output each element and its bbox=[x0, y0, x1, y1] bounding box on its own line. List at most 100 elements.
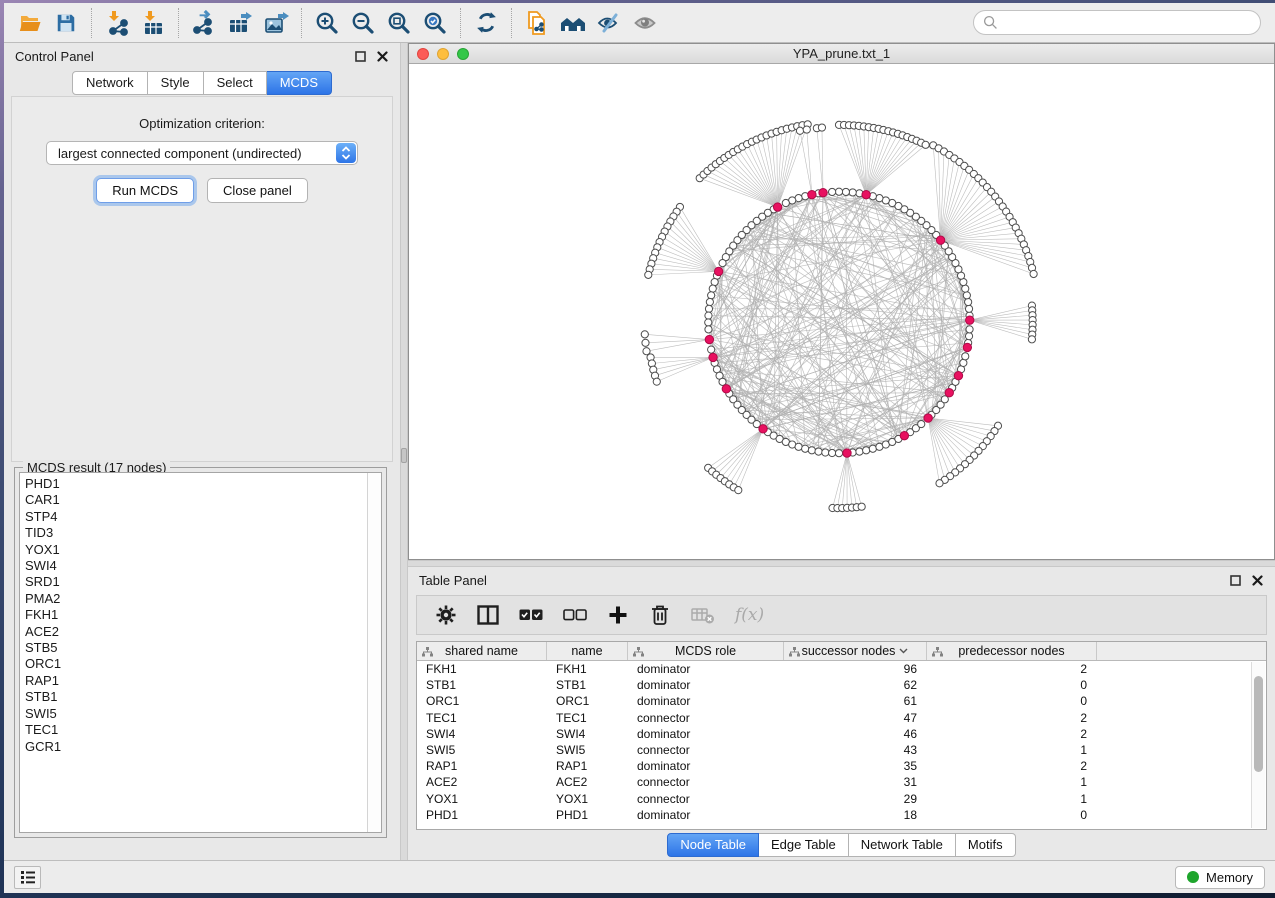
mcds-result-item[interactable]: STB5 bbox=[25, 640, 367, 656]
cell[interactable]: SWI4 bbox=[417, 727, 547, 741]
create-column-button[interactable] bbox=[607, 603, 629, 627]
cell[interactable]: TEC1 bbox=[417, 711, 547, 725]
cell[interactable]: YOX1 bbox=[547, 792, 628, 806]
network-node[interactable] bbox=[808, 447, 815, 454]
run-mcds-button[interactable]: Run MCDS bbox=[96, 178, 194, 203]
task-history-button[interactable] bbox=[14, 866, 41, 889]
satellite-node[interactable] bbox=[642, 339, 649, 346]
mcds-result-item[interactable]: TID3 bbox=[25, 525, 367, 541]
vertical-splitter[interactable] bbox=[400, 43, 408, 860]
mcds-node[interactable] bbox=[924, 414, 932, 422]
show-column-panel-button[interactable] bbox=[477, 603, 499, 627]
memory-button[interactable]: Memory bbox=[1175, 866, 1265, 889]
cell[interactable]: 62 bbox=[784, 678, 927, 692]
hide-selected-button[interactable] bbox=[591, 6, 627, 40]
mcds-node[interactable] bbox=[709, 353, 717, 361]
network-node[interactable] bbox=[802, 445, 809, 452]
satellite-node[interactable] bbox=[922, 141, 929, 148]
cell[interactable]: 96 bbox=[784, 662, 927, 676]
cell[interactable]: dominator bbox=[628, 727, 784, 741]
cell[interactable]: 1 bbox=[927, 743, 1097, 757]
network-node[interactable] bbox=[711, 278, 718, 285]
satellite-node[interactable] bbox=[858, 503, 865, 510]
network-node[interactable] bbox=[835, 450, 842, 457]
network-node[interactable] bbox=[960, 359, 967, 366]
column-header-shared-name[interactable]: shared name bbox=[417, 642, 547, 660]
cell[interactable]: 31 bbox=[784, 775, 927, 789]
cell[interactable]: STB1 bbox=[417, 678, 547, 692]
minimize-window-icon[interactable] bbox=[437, 48, 449, 60]
float-table-panel-button[interactable] bbox=[1229, 574, 1242, 587]
mcds-result-item[interactable]: RAP1 bbox=[25, 673, 367, 689]
cell[interactable]: 18 bbox=[784, 808, 927, 822]
cell[interactable]: ORC1 bbox=[547, 694, 628, 708]
mcds-node[interactable] bbox=[843, 449, 851, 457]
close-table-panel-button[interactable] bbox=[1251, 574, 1264, 587]
save-session-button[interactable] bbox=[48, 6, 84, 40]
cell[interactable]: 46 bbox=[784, 727, 927, 741]
column-header-name[interactable]: name bbox=[547, 642, 628, 660]
network-node[interactable] bbox=[708, 346, 715, 353]
cell[interactable]: YOX1 bbox=[417, 792, 547, 806]
tab-edge-table[interactable]: Edge Table bbox=[759, 833, 849, 857]
table-row[interactable]: TEC1TEC1connector472 bbox=[417, 710, 1266, 726]
delete-column-button[interactable] bbox=[649, 603, 671, 627]
cell[interactable]: 29 bbox=[784, 792, 927, 806]
mcds-list-scrollbar[interactable] bbox=[367, 473, 381, 832]
cell[interactable]: connector bbox=[628, 743, 784, 757]
network-node[interactable] bbox=[822, 449, 829, 456]
close-panel-button[interactable] bbox=[376, 50, 389, 63]
network-graph[interactable] bbox=[409, 64, 1274, 559]
table-row[interactable]: RAP1RAP1dominator352 bbox=[417, 758, 1266, 774]
table-row[interactable]: ACE2ACE2connector311 bbox=[417, 774, 1266, 790]
tab-motifs[interactable]: Motifs bbox=[956, 833, 1016, 857]
satellite-node[interactable] bbox=[1030, 270, 1037, 277]
cell[interactable]: dominator bbox=[628, 808, 784, 822]
network-node[interactable] bbox=[782, 199, 789, 206]
network-node[interactable] bbox=[966, 326, 973, 333]
open-file-button[interactable] bbox=[12, 6, 48, 40]
network-node[interactable] bbox=[815, 448, 822, 455]
zoom-fit-button[interactable] bbox=[381, 6, 417, 40]
mcds-node[interactable] bbox=[714, 267, 722, 275]
mcds-result-item[interactable]: STB1 bbox=[25, 689, 367, 705]
cell[interactable]: RAP1 bbox=[417, 759, 547, 773]
mcds-node[interactable] bbox=[722, 385, 730, 393]
splitter-handle[interactable] bbox=[401, 448, 407, 463]
network-node[interactable] bbox=[918, 420, 925, 427]
zoom-selected-button[interactable] bbox=[417, 6, 453, 40]
import-table-button[interactable] bbox=[135, 6, 171, 40]
network-node[interactable] bbox=[795, 443, 802, 450]
cell[interactable]: ACE2 bbox=[547, 775, 628, 789]
mcds-result-item[interactable]: SWI5 bbox=[25, 706, 367, 722]
satellite-node[interactable] bbox=[1028, 336, 1035, 343]
cell[interactable]: ACE2 bbox=[417, 775, 547, 789]
mcds-node[interactable] bbox=[773, 203, 781, 211]
export-image-button[interactable] bbox=[258, 6, 294, 40]
table-row[interactable]: SWI4SWI4dominator462 bbox=[417, 726, 1266, 742]
network-node[interactable] bbox=[829, 449, 836, 456]
cell[interactable]: dominator bbox=[628, 694, 784, 708]
cell[interactable]: 47 bbox=[784, 711, 927, 725]
satellite-node[interactable] bbox=[796, 127, 803, 134]
table-row[interactable]: STB1STB1dominator620 bbox=[417, 677, 1266, 693]
cell[interactable]: dominator bbox=[628, 662, 784, 676]
network-node[interactable] bbox=[965, 298, 972, 305]
network-canvas[interactable] bbox=[409, 64, 1274, 559]
table-row[interactable]: YOX1YOX1connector291 bbox=[417, 791, 1266, 807]
network-node[interactable] bbox=[963, 292, 970, 299]
cell[interactable]: 43 bbox=[784, 743, 927, 757]
satellite-node[interactable] bbox=[803, 126, 810, 133]
cell[interactable]: SWI5 bbox=[417, 743, 547, 757]
network-node[interactable] bbox=[849, 189, 856, 196]
cell[interactable]: TEC1 bbox=[547, 711, 628, 725]
tab-network[interactable]: Network bbox=[72, 71, 148, 95]
table-row[interactable]: SWI5SWI5connector431 bbox=[417, 742, 1266, 758]
cell[interactable]: STB1 bbox=[547, 678, 628, 692]
cell[interactable]: 0 bbox=[927, 678, 1097, 692]
search-input[interactable] bbox=[1004, 15, 1251, 30]
scrollbar-thumb[interactable] bbox=[1254, 676, 1263, 772]
mcds-node[interactable] bbox=[819, 189, 827, 197]
zoom-out-button[interactable] bbox=[345, 6, 381, 40]
network-node[interactable] bbox=[965, 333, 972, 340]
